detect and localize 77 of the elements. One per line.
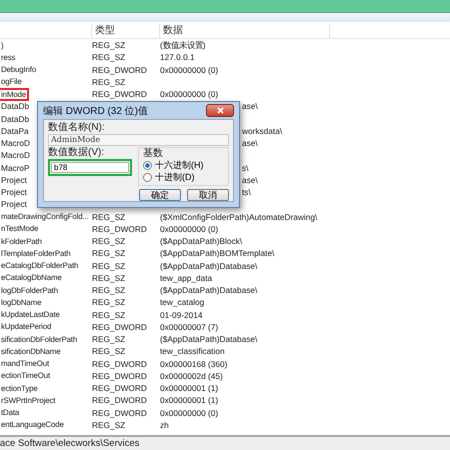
value-data: ($AppDataPath)BOMTemplate\ bbox=[160, 248, 276, 258]
value-type: REG_SZ bbox=[92, 52, 126, 62]
radio-button[interactable] bbox=[143, 173, 152, 182]
value-type: REG_SZ bbox=[92, 260, 126, 271]
value-type: REG_DWORD bbox=[92, 408, 148, 418]
value-data: ($XmlConfigFolderPath)AutomateDrawing\ bbox=[160, 212, 318, 222]
value-data: 0x00000000 (0) bbox=[160, 408, 220, 418]
value-data: worksdata\ bbox=[242, 126, 282, 136]
value-name[interactable]: DataPa bbox=[1, 126, 29, 136]
value-type: REG_SZ bbox=[92, 420, 126, 430]
value-type: REG_DWORD bbox=[92, 64, 148, 75]
value-name[interactable]: DataDb bbox=[1, 114, 30, 124]
value-name[interactable]: MacroD bbox=[1, 150, 30, 160]
close-button[interactable] bbox=[206, 104, 234, 117]
value-type: REG_SZ bbox=[92, 285, 126, 296]
value-type: REG_SZ bbox=[92, 334, 126, 344]
column-header[interactable]: 类型 bbox=[95, 25, 115, 36]
value-data: s\ bbox=[242, 162, 248, 173]
radio-label[interactable]: 十进制(D) bbox=[155, 172, 194, 183]
value-type: REG_SZ bbox=[92, 76, 126, 87]
value-data: ts\ bbox=[242, 187, 251, 198]
field-label: 数值数据(V): bbox=[48, 147, 106, 158]
group-label: 基数 bbox=[143, 148, 164, 159]
value-name[interactable]: MacroP bbox=[1, 162, 30, 173]
value-data: ($AppDataPath)Database\ bbox=[160, 285, 258, 296]
value-data: tew_catalog bbox=[160, 297, 206, 308]
value-data: ($AppDataPath)Database\ bbox=[160, 334, 258, 344]
value-name-field[interactable]: AdminMode bbox=[48, 134, 229, 146]
cancel-button[interactable]: 取消 bbox=[187, 189, 229, 201]
value-data: ase\ bbox=[242, 101, 258, 112]
value-type: REG_SZ bbox=[92, 40, 126, 50]
field-label: 数值名称(N): bbox=[48, 122, 106, 133]
value-data: ($AppDataPath)Block\ bbox=[160, 236, 244, 246]
column-header[interactable]: 数据 bbox=[163, 25, 183, 36]
value-type: REG_SZ bbox=[92, 272, 126, 283]
value-name[interactable]: Project bbox=[1, 187, 27, 198]
value-data: 127.0.0.1 bbox=[160, 52, 196, 62]
value-data: 0x00000001 (1) bbox=[160, 383, 220, 394]
value-type: REG_DWORD bbox=[92, 383, 148, 394]
value-type: REG_SZ bbox=[92, 212, 126, 222]
close-icon bbox=[216, 107, 224, 114]
value-type: REG_DWORD bbox=[92, 395, 148, 406]
value-type: REG_SZ bbox=[92, 236, 126, 246]
ok-button[interactable]: 确定 bbox=[139, 189, 181, 201]
value-data: 0x00000000 (0) bbox=[160, 64, 220, 75]
value-data: 0x00000000 (0) bbox=[160, 89, 220, 100]
value-type: REG_SZ bbox=[92, 248, 126, 258]
radio-button[interactable] bbox=[143, 161, 152, 170]
value-data: 0x0000002d (45) bbox=[160, 370, 224, 381]
value-name[interactable]: DataDb bbox=[1, 101, 30, 112]
value-data: ($AppDataPath)Database\ bbox=[160, 260, 258, 271]
value-data: tew_classification bbox=[160, 346, 226, 356]
dialog-title: 编辑 DWORD (32 位)值 bbox=[43, 104, 148, 118]
value-data: tew_app_data bbox=[160, 272, 214, 283]
value-type: REG_DWORD bbox=[92, 358, 148, 369]
value-type: REG_DWORD bbox=[92, 224, 148, 234]
value-type: REG_SZ bbox=[92, 297, 126, 308]
value-data: 0x00000168 (360) bbox=[160, 358, 228, 369]
value-type: REG_DWORD bbox=[92, 89, 148, 100]
value-type: REG_SZ bbox=[92, 310, 126, 320]
value-data: 0x00000001 (1) bbox=[160, 395, 220, 406]
value-data: (数值未设置) bbox=[160, 40, 207, 51]
value-data: 0x00000000 (0) bbox=[160, 224, 220, 234]
value-type: REG_DWORD bbox=[92, 322, 148, 332]
key-path: ace Software\elecworks\Services bbox=[0, 438, 140, 449]
value-data-field[interactable]: b78 bbox=[51, 162, 129, 173]
value-name[interactable]: MacroD bbox=[1, 138, 30, 148]
value-type: REG_SZ bbox=[92, 346, 126, 356]
value-type: REG_DWORD bbox=[92, 370, 148, 381]
value-data: ase\ bbox=[242, 174, 258, 185]
value-data: zh bbox=[160, 420, 170, 430]
radio-label[interactable]: 十六进制(H) bbox=[155, 160, 204, 171]
value-name[interactable]: Project bbox=[1, 174, 27, 185]
value-name[interactable]: Project bbox=[1, 199, 27, 210]
value-data: ase\ bbox=[242, 138, 258, 148]
value-data: 0x00000007 (7) bbox=[160, 322, 220, 332]
value-data: 01-09-2014 bbox=[160, 310, 204, 320]
